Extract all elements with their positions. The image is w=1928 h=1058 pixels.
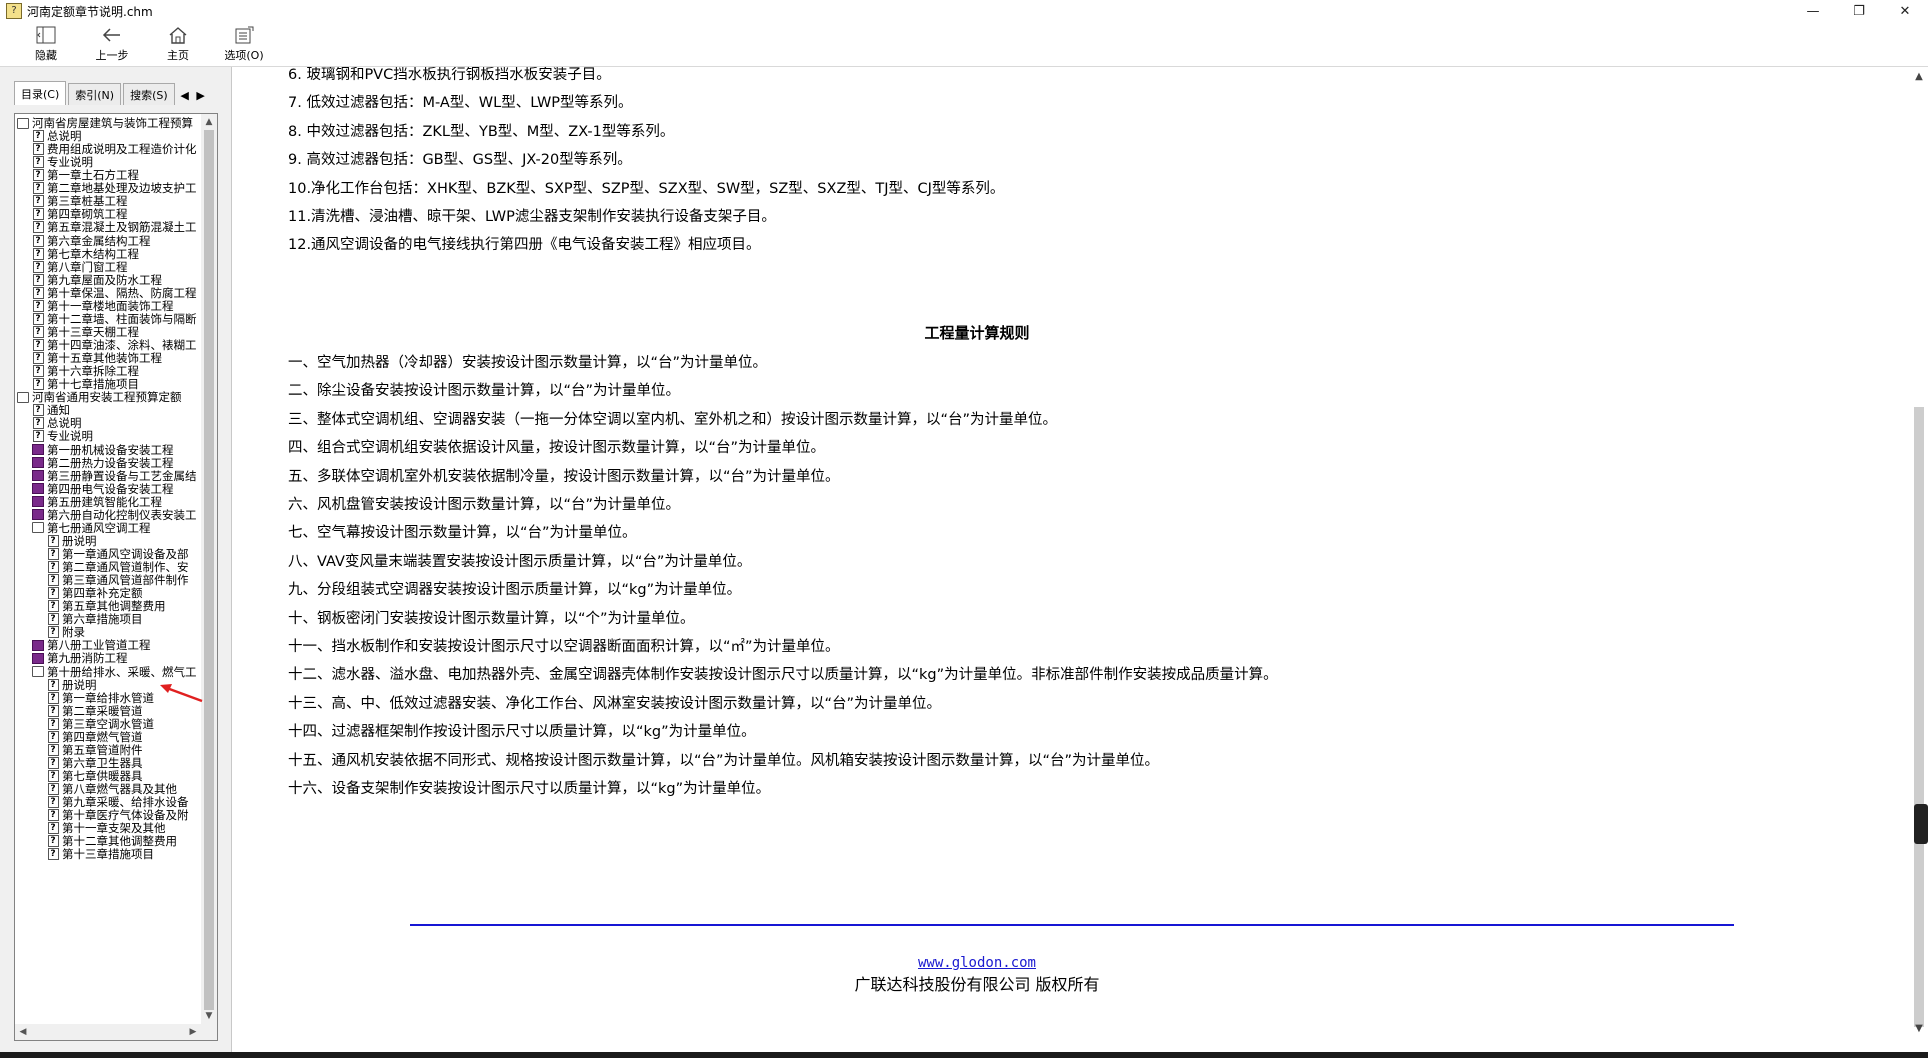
- tab-scroll-left-icon[interactable]: ◀: [177, 85, 193, 105]
- back-arrow-icon: [101, 25, 123, 45]
- open-book-icon: [32, 522, 44, 534]
- tab-search[interactable]: 搜索(S): [123, 83, 175, 105]
- tree-vertical-scrollbar[interactable]: ▲ ▼: [201, 114, 217, 1024]
- options-icon: [233, 25, 255, 45]
- options-button[interactable]: 选项(O): [216, 22, 272, 66]
- rule-line: 十一、挡水板制作和安装按设计图示尺寸以空调器断面面积计算，以“㎡”为计量单位。: [288, 639, 840, 655]
- title-bar: ? 河南定额章节说明.chm — ❐ ✕: [0, 0, 1928, 22]
- rule-line: 七、空气幕按设计图示数量计算，以“台”为计量单位。: [288, 525, 637, 542]
- rule-line: 九、分段组装式空调器安装按设计图示质量计算，以“kg”为计量单位。: [288, 582, 742, 599]
- content-line: 7. 低效过滤器包括：M-A型、WL型、LWP型等系列。: [288, 95, 633, 112]
- rule-line: 十、钢板密闭门安装按设计图示数量计算，以“个”为计量单位。: [288, 610, 695, 627]
- content-line: 11.清洗槽、浸油槽、晾干架、LWP滤尘器支架制作安装执行设备支架子目。: [288, 209, 776, 225]
- content-vertical-scrollbar[interactable]: ▲ ▼: [1910, 67, 1928, 1037]
- minimize-button[interactable]: —: [1790, 0, 1836, 22]
- tree-horizontal-scrollbar[interactable]: ◀ ▶: [15, 1024, 217, 1040]
- hide-pane-icon: [35, 25, 57, 45]
- tree-items: 河南省房屋建筑与装饰工程预算? 总说明? 费用组成说明及工程造价计化? 专业说明? 第一…: [15, 114, 203, 1024]
- back-label: 上一步: [95, 49, 129, 62]
- rule-line: 一、空气加热器（冷却器）安装按设计图示数量计算，以“台”为计量单位。: [288, 355, 768, 371]
- content-scroll-up-icon[interactable]: ▲: [1910, 67, 1928, 85]
- open-book-icon: [32, 666, 44, 678]
- content-line: 12.通风空调设备的电气接线执行第四册《电气设备安装工程》相应项目。: [288, 237, 761, 254]
- rule-line: 五、多联体空调机室外机安装依据制冷量，按设计图示数量计算，以“台”为计量单位。: [288, 468, 840, 485]
- rule-line: 十六、设备支架制作安装按设计图示尺寸以质量计算，以“kg”为计量单位。: [288, 781, 771, 797]
- close-button[interactable]: ✕: [1882, 0, 1928, 22]
- content-pane: 6. 玻璃钢和PVC挡水板执行钢板挡水板安装子目。 7. 低效过滤器包括：M-A型…: [234, 67, 1910, 1058]
- footer-divider: [410, 924, 1734, 926]
- tree-item-label: 第十三章措施项目: [62, 847, 154, 862]
- rule-line: 二、除尘设备安装按设计图示数量计算，以“台”为计量单位。: [288, 383, 681, 400]
- window-title: 河南定额章节说明.chm: [27, 4, 153, 19]
- hide-label: 隐藏: [35, 49, 57, 62]
- home-button[interactable]: 主页: [150, 22, 206, 66]
- content-scroll-down-icon[interactable]: ▼: [1910, 1019, 1928, 1037]
- red-annotation-arrow-icon: [160, 684, 203, 703]
- back-button[interactable]: 上一步: [84, 22, 140, 66]
- nav-tabs: 目录(C) 索引(N) 搜索(S) ◀ ▶: [14, 81, 209, 105]
- rule-line: 十三、高、中、低效过滤器安装、净化工作台、风淋室安装按设计图示数量计算，以“台”…: [288, 695, 942, 712]
- rule-line: 四、组合式空调机组安装依据设计风量，按设计图示数量计算，以“台”为计量单位。: [288, 440, 826, 457]
- scroll-right-icon[interactable]: ▶: [185, 1024, 201, 1040]
- copyright-text: 广联达科技股份有限公司 版权所有: [854, 975, 1100, 994]
- tree-scroll-thumb[interactable]: [204, 130, 214, 1010]
- taskbar-strip: [0, 1052, 1928, 1058]
- navigation-pane: 目录(C) 索引(N) 搜索(S) ◀ ▶ 河南省房屋建筑与装饰工程预算? 总说明…: [0, 67, 232, 1058]
- open-book-icon: [17, 117, 29, 129]
- contents-tree: 河南省房屋建筑与装饰工程预算? 总说明? 费用组成说明及工程造价计化? 专业说明? 第一…: [14, 113, 218, 1041]
- content-line: 8. 中效过滤器包括：ZKL型、YB型、M型、ZX-1型等系列。: [288, 123, 675, 140]
- content-line: 10.净化工作台包括：XHK型、BZK型、SXP型、SZP型、SZX型、SW型，…: [288, 180, 1005, 197]
- rule-line: 三、整体式空调机组、空调器安装（一拖一分体空调以室内机、室外机之和）按设计图示数…: [288, 411, 1058, 428]
- open-book-icon: [17, 391, 29, 403]
- rule-line: 十二、滤水器、溢水盘、电加热器外壳、金属空调器壳体制作安装按设计图示尺寸以质量计…: [288, 667, 1278, 684]
- maximize-button[interactable]: ❐: [1836, 0, 1882, 22]
- tab-contents[interactable]: 目录(C): [14, 81, 67, 105]
- q-icon: ?: [47, 848, 59, 861]
- scroll-grip-handle[interactable]: [1914, 804, 1928, 844]
- tab-index[interactable]: 索引(N): [68, 83, 122, 105]
- home-icon: [167, 25, 189, 45]
- options-label: 选项(O): [224, 49, 264, 62]
- scroll-down-icon[interactable]: ▼: [201, 1008, 217, 1024]
- section-heading: 工程量计算规则: [924, 324, 1030, 342]
- scroll-left-icon[interactable]: ◀: [15, 1024, 31, 1040]
- rule-line: 十五、通风机安装依据不同形式、规格按设计图示数量计算，以“台”为计量单位。风机箱…: [288, 752, 1160, 769]
- hide-button[interactable]: 隐藏: [18, 22, 74, 66]
- content-scroll-thumb[interactable]: [1914, 407, 1924, 1027]
- content-line: 6. 玻璃钢和PVC挡水板执行钢板挡水板安装子目。: [288, 67, 611, 83]
- scroll-up-icon[interactable]: ▲: [201, 114, 217, 130]
- rule-line: 十四、过滤器框架制作按设计图示尺寸以质量计算，以“kg”为计量单位。: [288, 724, 756, 741]
- tab-scroll-right-icon[interactable]: ▶: [193, 85, 209, 105]
- glodon-link[interactable]: www.glodon.com: [234, 955, 1720, 971]
- rule-line: 八、VAV变风量末端装置安装按设计图示质量计算，以“台”为计量单位。: [288, 553, 752, 570]
- content-line: 9. 高效过滤器包括：GB型、GS型、JX-20型等系列。: [288, 152, 632, 169]
- toolbar: 隐藏 上一步 主页 选项(O): [0, 22, 1928, 67]
- tree-item[interactable]: ? 第十三章措施项目: [47, 846, 154, 862]
- rule-line: 六、风机盘管安装按设计图示数量计算，以“台”为计量单位。: [288, 497, 681, 513]
- chm-help-icon: ?: [6, 3, 22, 19]
- home-label: 主页: [167, 49, 189, 62]
